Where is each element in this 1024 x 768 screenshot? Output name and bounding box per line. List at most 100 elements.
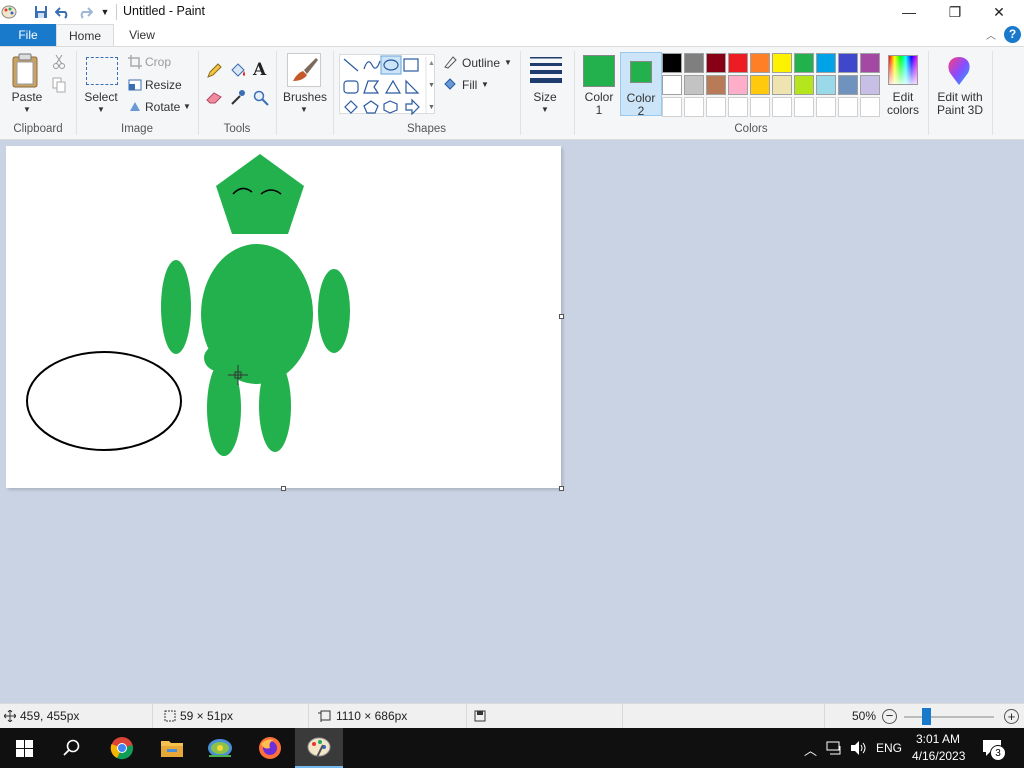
- palette-color-swatch[interactable]: [728, 97, 748, 117]
- fill-button[interactable]: Fill: [462, 78, 477, 92]
- tab-view[interactable]: View: [114, 24, 170, 46]
- resize-handle-right[interactable]: [559, 314, 564, 319]
- outline-button[interactable]: Outline: [462, 56, 500, 70]
- resize-button[interactable]: Resize: [145, 78, 182, 92]
- magnifier-icon[interactable]: [253, 90, 269, 109]
- brushes-icon[interactable]: [287, 53, 321, 87]
- outline-icon[interactable]: [443, 55, 459, 72]
- language-indicator[interactable]: ENG: [876, 741, 902, 755]
- palette-color-swatch[interactable]: [662, 97, 682, 117]
- clock-date[interactable]: 4/16/2023: [912, 749, 965, 763]
- close-button[interactable]: ✕: [976, 0, 1022, 24]
- palette-color-swatch[interactable]: [838, 53, 858, 73]
- help-icon[interactable]: ?: [1004, 26, 1021, 43]
- resize-handle-corner[interactable]: [559, 486, 564, 491]
- fill-bucket-icon[interactable]: [229, 62, 247, 82]
- zoom-slider-thumb[interactable]: [922, 708, 931, 725]
- color-picker-icon[interactable]: [230, 89, 246, 109]
- paint3d-label-2[interactable]: Paint 3D: [932, 104, 988, 117]
- color2-selector[interactable]: Color 2: [620, 52, 662, 118]
- undo-icon[interactable]: [54, 3, 72, 21]
- paste-dropdown-icon[interactable]: ▼: [21, 103, 33, 116]
- palette-color-swatch[interactable]: [838, 97, 858, 117]
- palette-color-swatch[interactable]: [816, 97, 836, 117]
- resize-icon[interactable]: [128, 77, 142, 94]
- copy-icon[interactable]: [52, 77, 66, 96]
- search-icon[interactable]: [48, 728, 96, 768]
- palette-color-swatch[interactable]: [706, 75, 726, 95]
- resize-handle-bottom[interactable]: [281, 486, 286, 491]
- svg-text:▼: ▼: [428, 104, 435, 111]
- restore-button[interactable]: ❐: [932, 0, 978, 24]
- palette-color-swatch[interactable]: [772, 97, 792, 117]
- select-icon[interactable]: [86, 57, 118, 85]
- select-dropdown-icon[interactable]: ▼: [95, 103, 107, 116]
- tab-home[interactable]: Home: [56, 24, 114, 47]
- tab-file[interactable]: File: [0, 24, 56, 46]
- zoom-out-button[interactable]: −: [882, 709, 897, 724]
- volume-icon[interactable]: [850, 740, 868, 759]
- palette-color-swatch[interactable]: [750, 53, 770, 73]
- collapse-ribbon-icon[interactable]: ︿: [986, 27, 996, 42]
- windows-start-icon[interactable]: [0, 728, 48, 768]
- color1-selector[interactable]: Color 1: [581, 53, 617, 117]
- file-explorer-icon[interactable]: [148, 728, 196, 768]
- paint-app-icon[interactable]: [0, 3, 18, 21]
- palette-color-swatch[interactable]: [750, 97, 770, 117]
- chrome-icon[interactable]: [98, 728, 146, 768]
- edit-colors-label-2[interactable]: colors: [880, 104, 926, 117]
- crop-button[interactable]: Crop: [145, 55, 171, 69]
- photo-viewer-icon[interactable]: [196, 728, 244, 768]
- palette-color-swatch[interactable]: [706, 97, 726, 117]
- clock-time[interactable]: 3:01 AM: [916, 732, 960, 746]
- zoom-in-button[interactable]: +: [1004, 709, 1019, 724]
- paint-taskbar-icon[interactable]: [295, 728, 343, 768]
- cut-icon[interactable]: [52, 54, 66, 73]
- palette-color-swatch[interactable]: [794, 75, 814, 95]
- palette-color-swatch[interactable]: [816, 75, 836, 95]
- palette-color-swatch[interactable]: [838, 75, 858, 95]
- rotate-button[interactable]: Rotate: [145, 100, 180, 114]
- palette-color-swatch[interactable]: [816, 53, 836, 73]
- outline-dropdown-icon[interactable]: ▼: [504, 58, 512, 67]
- palette-color-swatch[interactable]: [684, 53, 704, 73]
- palette-color-swatch[interactable]: [684, 75, 704, 95]
- text-tool-icon[interactable]: A: [253, 60, 266, 80]
- customize-toolbar-icon[interactable]: ▼: [96, 3, 114, 21]
- rotate-icon[interactable]: [128, 99, 142, 116]
- palette-color-swatch[interactable]: [684, 97, 704, 117]
- palette-color-swatch[interactable]: [750, 75, 770, 95]
- fill-dropdown-icon[interactable]: ▼: [481, 80, 489, 89]
- paste-icon[interactable]: [10, 53, 44, 89]
- pencil-icon[interactable]: [206, 63, 222, 82]
- paint3d-icon[interactable]: [944, 55, 974, 90]
- brushes-dropdown-icon[interactable]: ▼: [298, 103, 310, 116]
- palette-color-swatch[interactable]: [860, 53, 880, 73]
- rotate-dropdown-icon[interactable]: ▼: [183, 102, 191, 111]
- redo-icon[interactable]: [76, 3, 94, 21]
- zoom-slider-track[interactable]: [904, 716, 994, 718]
- minimize-button[interactable]: —: [886, 0, 932, 24]
- size-icon[interactable]: [530, 55, 562, 86]
- drawing-canvas[interactable]: [6, 146, 564, 491]
- show-hidden-icons[interactable]: ︿: [804, 740, 817, 759]
- palette-color-swatch[interactable]: [728, 75, 748, 95]
- palette-color-swatch[interactable]: [662, 53, 682, 73]
- palette-color-swatch[interactable]: [706, 53, 726, 73]
- palette-color-swatch[interactable]: [860, 97, 880, 117]
- palette-color-swatch[interactable]: [772, 53, 792, 73]
- eraser-icon[interactable]: [206, 91, 223, 108]
- crop-icon[interactable]: [128, 55, 142, 72]
- size-dropdown-icon[interactable]: ▼: [539, 103, 551, 116]
- fill-icon[interactable]: [443, 77, 459, 94]
- network-icon[interactable]: [826, 740, 842, 759]
- palette-color-swatch[interactable]: [794, 53, 814, 73]
- palette-color-swatch[interactable]: [860, 75, 880, 95]
- firefox-icon[interactable]: [246, 728, 294, 768]
- palette-color-swatch[interactable]: [728, 53, 748, 73]
- palette-color-swatch[interactable]: [794, 97, 814, 117]
- palette-color-swatch[interactable]: [662, 75, 682, 95]
- edit-colors-icon[interactable]: [888, 55, 918, 85]
- save-icon[interactable]: [32, 3, 50, 21]
- palette-color-swatch[interactable]: [772, 75, 792, 95]
